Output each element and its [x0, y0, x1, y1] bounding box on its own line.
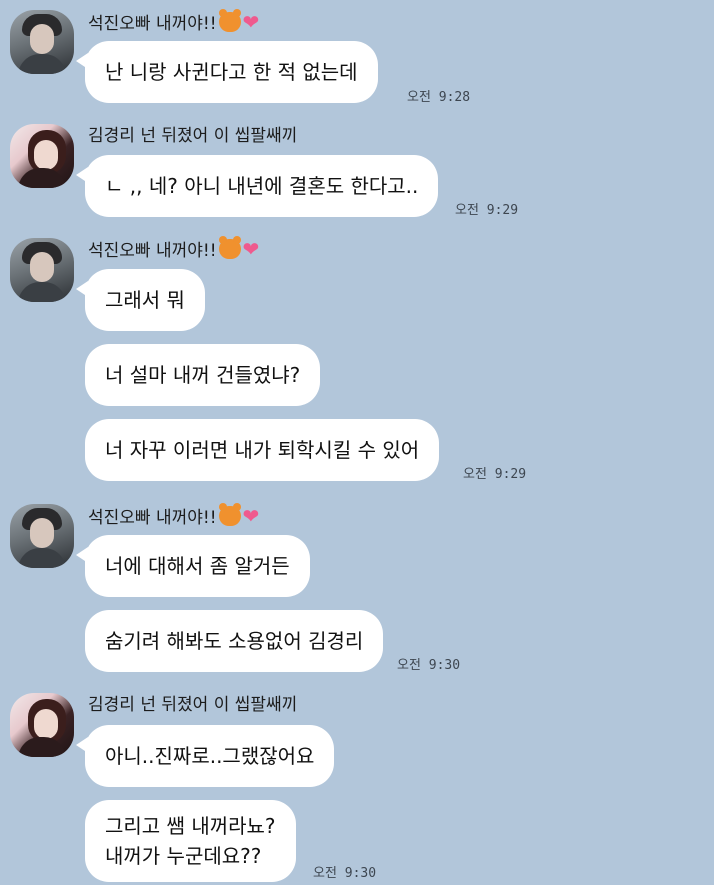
- sender-name: 김경리 넌 뒤졌어 이 씹팔쌔끼: [88, 126, 298, 146]
- bear-icon: [218, 503, 241, 526]
- sender-name: 석진오빠 내꺼야!! ❤: [88, 236, 260, 261]
- bear-icon: [218, 9, 241, 32]
- message-timestamp: 오전 9:30: [313, 866, 377, 881]
- sender-name: 석진오빠 내꺼야!! ❤: [88, 503, 260, 528]
- message-bubble[interactable]: 너 자꾸 이러면 내가 퇴학시킬 수 있어: [85, 419, 440, 481]
- kyungri-avatar[interactable]: [10, 124, 74, 188]
- sender-name-text: 석진오빠 내꺼야!!: [88, 508, 217, 528]
- message-timestamp: 오전 9:28: [407, 90, 471, 105]
- heart-icon: ❤: [242, 504, 260, 528]
- avatar-body: [18, 168, 66, 188]
- avatar-body: [18, 548, 66, 568]
- message-bubble[interactable]: 너 설마 내꺼 건들였냐?: [85, 344, 321, 406]
- heart-icon: ❤: [242, 10, 260, 34]
- message-timestamp: 오전 9:29: [463, 467, 527, 482]
- avatar-body: [18, 54, 66, 74]
- avatar-face: [30, 252, 54, 282]
- message-line: 그리고 쌤 내꺼라뇨?: [105, 814, 276, 838]
- sender-name-text: 석진오빠 내꺼야!!: [88, 14, 217, 34]
- message-timestamp: 오전 9:29: [455, 203, 519, 218]
- sender-name: 김경리 넌 뒤졌어 이 씹팔쌔끼: [88, 695, 298, 715]
- avatar-face: [34, 709, 58, 739]
- seokjin-avatar[interactable]: [10, 238, 74, 302]
- avatar-face: [34, 140, 58, 170]
- avatar-body: [18, 737, 66, 757]
- avatar-face: [30, 24, 54, 54]
- seokjin-avatar[interactable]: [10, 10, 74, 74]
- avatar-face: [30, 518, 54, 548]
- heart-icon: ❤: [242, 237, 260, 261]
- message-bubble[interactable]: 그리고 쌤 내꺼라뇨? 내꺼가 누군데요??: [85, 800, 296, 882]
- message-bubble[interactable]: 아니..진짜로..그랬잖어요: [75, 725, 335, 787]
- message-timestamp: 오전 9:30: [397, 658, 461, 673]
- message-bubble[interactable]: 숨기려 해봐도 소용없어 김경리: [85, 610, 384, 672]
- sender-name: 석진오빠 내꺼야!! ❤: [88, 9, 260, 34]
- bear-icon: [218, 236, 241, 259]
- message-bubble[interactable]: 난 니랑 사귄다고 한 적 없는데: [76, 41, 378, 103]
- kyungri-avatar[interactable]: [10, 693, 74, 757]
- seokjin-avatar[interactable]: [10, 504, 74, 568]
- message-bubble[interactable]: 너에 대해서 좀 알거든: [76, 535, 310, 597]
- message-bubble[interactable]: ㄴ ,, 네? 아니 내년에 결혼도 한다고..: [75, 155, 439, 217]
- avatar-body: [18, 282, 66, 302]
- message-bubble[interactable]: 그래서 뭐: [76, 269, 205, 331]
- message-line: 내꺼가 누군데요??: [105, 844, 262, 868]
- sender-name-text: 석진오빠 내꺼야!!: [88, 241, 217, 261]
